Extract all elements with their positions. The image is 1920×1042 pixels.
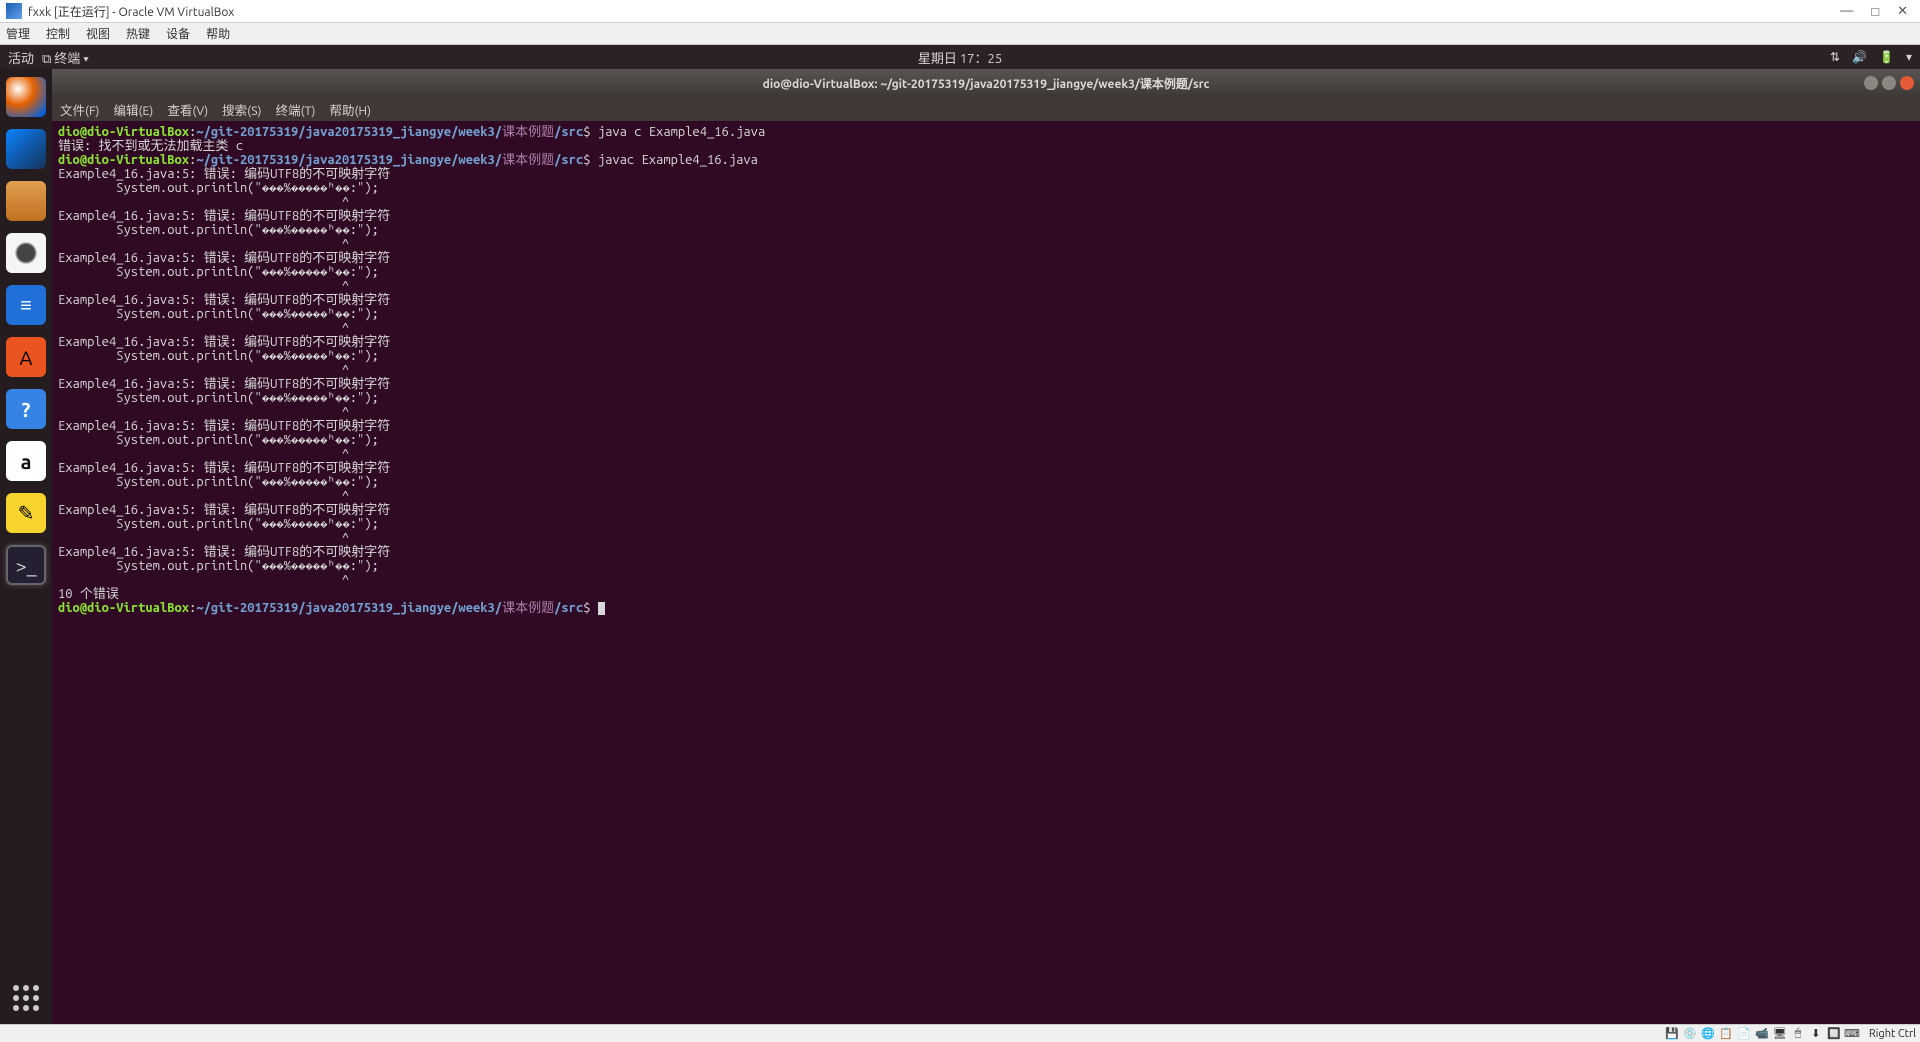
terminal-titlebar[interactable]: dio@dio-VirtualBox: ~/git-20175319/java2… (52, 69, 1920, 97)
dock-help-icon[interactable]: ? (6, 389, 46, 429)
status-display-icon[interactable]: 🖥 (1773, 1027, 1787, 1041)
status-guest-additions-icon[interactable]: ⬇ (1809, 1027, 1823, 1041)
terminal-menu-file[interactable]: 文件(F) (60, 100, 99, 119)
terminal-menu-terminal[interactable]: 终端(T) (276, 100, 316, 119)
virtualbox-statusbar: 💾 💿 🌐 📋 📄 📹 🖥 🖱 ⬇ 🔲 ⌨ Right Ctrl (0, 1024, 1920, 1042)
dock-text-editor-icon[interactable]: ✎ (6, 493, 46, 533)
terminal-menu-edit[interactable]: 编辑(E) (113, 100, 153, 119)
show-applications-icon[interactable] (10, 982, 42, 1014)
terminal-output[interactable]: dio@dio-VirtualBox:~/git-20175319/java20… (52, 121, 1920, 1024)
battery-icon[interactable]: 🔋 (1879, 50, 1894, 64)
dock-terminal-icon[interactable]: >_ (6, 545, 46, 585)
status-virtualization-icon[interactable]: 🔲 (1827, 1027, 1841, 1041)
terminal-menu-view[interactable]: 查看(V) (167, 100, 208, 119)
menu-view[interactable]: 视图 (86, 25, 110, 42)
status-recording-icon[interactable]: 📹 (1755, 1027, 1769, 1041)
terminal-menu-help[interactable]: 帮助(H) (329, 100, 371, 119)
status-mouse-icon[interactable]: 🖱 (1791, 1027, 1805, 1041)
dock-ubuntu-software-icon[interactable]: A (6, 337, 46, 377)
virtualbox-menubar: 管理 控制 视图 热键 设备 帮助 (0, 23, 1920, 45)
menu-control[interactable]: 控制 (46, 25, 70, 42)
system-menu-caret-icon[interactable]: ▾ (1906, 50, 1912, 64)
network-icon[interactable]: ⇅ (1830, 50, 1840, 64)
status-network-icon[interactable]: 🌐 (1701, 1027, 1715, 1041)
terminal-menu-search[interactable]: 搜索(S) (222, 100, 261, 119)
menu-help[interactable]: 帮助 (206, 25, 230, 42)
dock-amazon-icon[interactable]: a (6, 441, 46, 481)
dock-libreoffice-writer-icon[interactable]: ≡ (6, 285, 46, 325)
terminal-window-title: dio@dio-VirtualBox: ~/git-20175319/java2… (763, 75, 1210, 92)
virtualbox-window-title: fxxk [正在运行] - Oracle VM VirtualBox (28, 3, 1840, 20)
window-maximize-button[interactable]: □ (1871, 4, 1879, 19)
menu-manage[interactable]: 管理 (6, 25, 30, 42)
host-key-indicator: Right Ctrl (1869, 1028, 1916, 1040)
virtualbox-titlebar: fxxk [正在运行] - Oracle VM VirtualBox — □ ✕ (0, 0, 1920, 23)
window-close-button[interactable]: ✕ (1897, 4, 1908, 19)
status-optical-icon[interactable]: 💿 (1683, 1027, 1697, 1041)
dock-thunderbird-icon[interactable] (6, 129, 46, 169)
terminal-maximize-button[interactable] (1882, 76, 1896, 90)
status-shared-clipboard-icon[interactable]: 📋 (1719, 1027, 1733, 1041)
terminal-close-button[interactable] (1900, 76, 1914, 90)
window-minimize-button[interactable]: — (1840, 4, 1853, 19)
status-dragdrop-icon[interactable]: 📄 (1737, 1027, 1751, 1041)
volume-icon[interactable]: 🔊 (1852, 50, 1867, 64)
ubuntu-dock: ≡ A ? a ✎ >_ (0, 69, 52, 1024)
virtualbox-icon (6, 3, 22, 19)
dock-files-icon[interactable] (6, 181, 46, 221)
vm-display: 活动 ⧉ 终端 ▾ 星期日 17：25 ⇅ 🔊 🔋 ▾ ≡ A ? a ✎ >_ (0, 45, 1920, 1024)
activities-button[interactable]: 活动 (8, 48, 34, 67)
clock[interactable]: 星期日 17：25 (918, 48, 1002, 67)
app-menu[interactable]: ⧉ 终端 ▾ (42, 48, 89, 67)
dock-rhythmbox-icon[interactable] (6, 233, 46, 273)
status-disk-icon[interactable]: 💾 (1665, 1027, 1679, 1041)
menu-input[interactable]: 热键 (126, 25, 150, 42)
terminal-menubar: 文件(F) 编辑(E) 查看(V) 搜索(S) 终端(T) 帮助(H) (52, 97, 1920, 121)
dock-firefox-icon[interactable] (6, 77, 46, 117)
status-keyboard-icon[interactable]: ⌨ (1845, 1027, 1859, 1041)
ubuntu-top-bar: 活动 ⧉ 终端 ▾ 星期日 17：25 ⇅ 🔊 🔋 ▾ (0, 45, 1920, 69)
menu-devices[interactable]: 设备 (166, 25, 190, 42)
terminal-minimize-button[interactable] (1864, 76, 1878, 90)
